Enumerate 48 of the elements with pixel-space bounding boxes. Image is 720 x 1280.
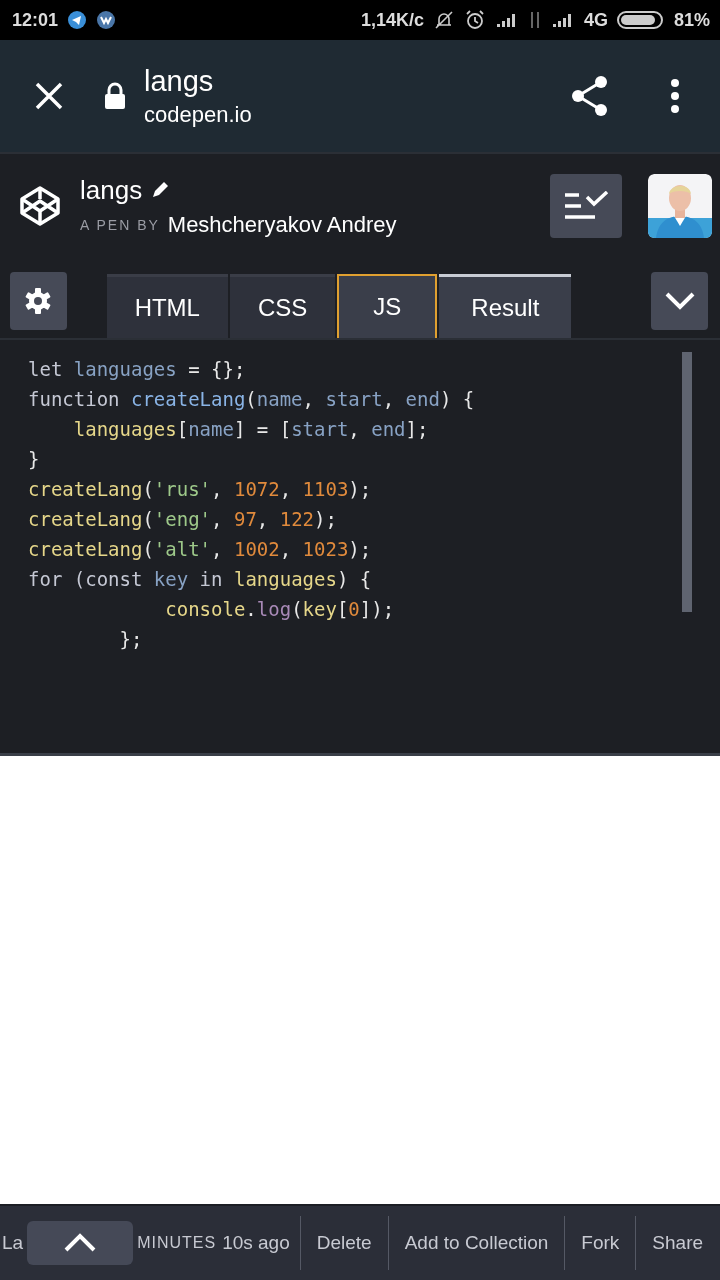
- editor-tab[interactable]: HTML: [106, 274, 228, 338]
- pencil-icon[interactable]: [150, 180, 171, 200]
- layout-button[interactable]: [550, 174, 622, 238]
- vk-icon: [96, 10, 117, 30]
- footer-action[interactable]: Fork: [565, 1232, 636, 1254]
- saved-time: 10s ago: [222, 1232, 290, 1254]
- expand-button[interactable]: [27, 1221, 134, 1265]
- scrollbar[interactable]: [682, 352, 692, 612]
- code-line: let languages = {};: [28, 357, 247, 382]
- footer-action[interactable]: Delete: [300, 1232, 388, 1254]
- network-type: 4G: [583, 9, 608, 31]
- code-line: };: [118, 627, 144, 652]
- status-time: 12:01: [12, 9, 59, 31]
- share-icon[interactable]: [570, 75, 610, 117]
- minutes-label: MINUTES: [137, 1234, 217, 1252]
- code-line: }: [28, 447, 41, 472]
- chevron-up-icon: [63, 1233, 98, 1253]
- more-icon[interactable]: [670, 79, 680, 113]
- code-line: createLang('rus', 1072, 1103);: [28, 477, 373, 502]
- telegram-icon: [67, 10, 88, 30]
- network-speed: 1,14K/c: [360, 9, 424, 31]
- settings-button[interactable]: [10, 272, 67, 330]
- footer-action[interactable]: Add to Collection: [388, 1232, 565, 1254]
- code-line: languages[name] = [start, end];: [72, 417, 430, 442]
- byline-label: A PEN BY: [80, 216, 160, 233]
- close-icon[interactable]: [34, 81, 64, 111]
- chevron-down-icon: [663, 291, 696, 311]
- code-line: function createLang(name, start, end) {: [28, 387, 476, 412]
- code-line: createLang('eng', 97, 122);: [28, 507, 338, 532]
- settings-icon: [24, 287, 53, 315]
- code-line: for (const key in languages) {: [28, 567, 373, 592]
- editor-tab[interactable]: CSS: [229, 274, 336, 338]
- cube-logo-icon: [18, 184, 62, 228]
- page-title: langs: [144, 64, 215, 98]
- footer-action[interactable]: Share: [636, 1232, 720, 1254]
- page-domain: codepen.io: [144, 101, 252, 128]
- author-name[interactable]: Meshcheryakov Andrey: [167, 211, 397, 238]
- battery-icon: [616, 10, 665, 30]
- code-line: createLang('alt', 1002, 1023);: [28, 537, 373, 562]
- last-saved-label: La: [1, 1232, 25, 1254]
- editor-tab[interactable]: Result: [439, 274, 572, 338]
- editor-tab[interactable]: JS: [337, 274, 438, 338]
- list-check-icon: [563, 191, 609, 221]
- code-line: console.log(key[0]);: [164, 597, 396, 622]
- lock-icon: [104, 82, 126, 110]
- dropdown-button[interactable]: [651, 272, 708, 330]
- battery-level: 81%: [673, 9, 710, 31]
- pen-title: langs: [80, 174, 143, 206]
